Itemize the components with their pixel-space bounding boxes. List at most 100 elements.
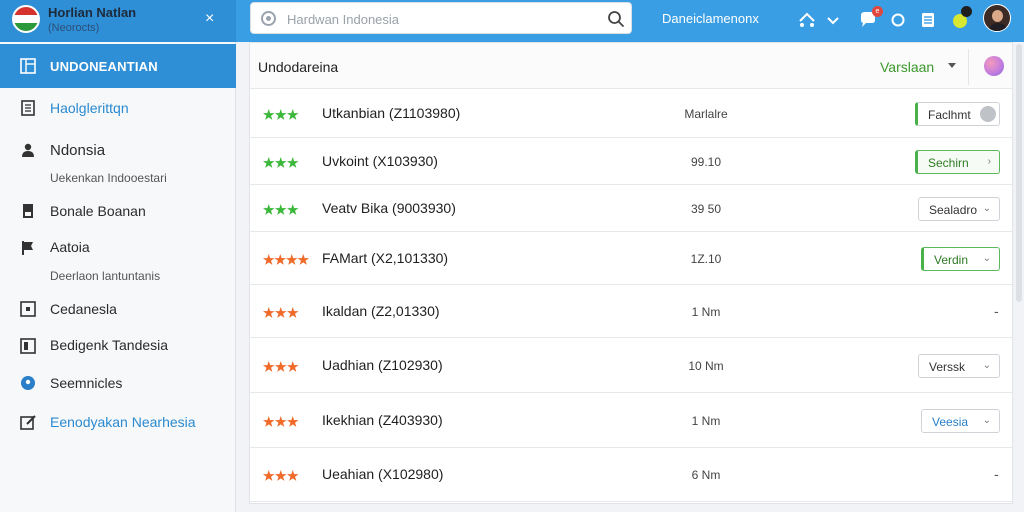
row-name: Utkanbian (Z1103980) <box>322 105 461 121</box>
location-icon <box>21 376 35 390</box>
sidebar-item-label[interactable]: Seemnicles <box>50 375 122 391</box>
rating-stars-icon <box>263 416 299 427</box>
orb-icon[interactable] <box>984 56 1004 76</box>
button-label: Verdin <box>934 253 969 267</box>
main-panel: Undodareina Varslaan Utkanbian (Z1103980… <box>249 42 1013 504</box>
sidebar-item-label[interactable]: Bedigenk Tandesia <box>50 337 168 353</box>
sidebar-item-active[interactable]: UNDONEANTIAN <box>0 44 236 88</box>
star-icon <box>263 254 275 265</box>
star-icon <box>274 254 286 265</box>
row-name: Ikaldan (Z2,01330) <box>322 303 440 319</box>
search-icon[interactable] <box>607 10 625 28</box>
row-value: 1 Nm <box>691 414 721 428</box>
star-icon <box>287 361 299 372</box>
table-row[interactable]: Ikekhian (Z403930) 1 Nm Veesia ⌄ <box>250 393 1012 448</box>
row-value: 39 50 <box>690 202 722 216</box>
notification-badge: e <box>872 6 883 17</box>
row-value: Marlalre <box>684 107 728 121</box>
chevron-right-icon: › <box>987 156 991 167</box>
layout-icon <box>20 58 36 74</box>
circle-icon[interactable] <box>887 9 909 31</box>
scrollbar[interactable] <box>1016 44 1022 302</box>
book-icon <box>23 204 33 218</box>
row-action-button[interactable]: Faclhmt <box>915 102 1000 126</box>
sidebar-item-label[interactable]: Ndonsia <box>50 142 105 159</box>
table-row[interactable]: Uadhian (Z102930) 10 Nm Verssk ⌄ <box>250 338 1012 393</box>
button-label: Veesia <box>932 415 969 429</box>
chevron-down-icon: ⌄ <box>982 253 991 264</box>
table-row[interactable]: Uvkoint (X103930) 99.10 Sechirn › <box>250 138 1012 185</box>
caret-down-icon[interactable] <box>948 63 956 68</box>
box-icon <box>20 301 36 317</box>
document-icon <box>21 100 35 116</box>
star-icon <box>275 307 287 318</box>
table-row[interactable]: Ikaldan (Z2,01330) 1 Nm - <box>250 285 1012 338</box>
chevron-down-icon: ⌄ <box>982 203 991 214</box>
brand-subtitle: (Neorocts) <box>48 22 100 34</box>
header-divider <box>968 49 969 85</box>
row-name: Uadhian (Z102930) <box>322 357 443 373</box>
star-icon <box>297 254 309 265</box>
close-icon[interactable]: × <box>205 10 214 28</box>
star-icon <box>263 157 275 168</box>
row-action-dash[interactable]: - <box>994 303 999 319</box>
rating-stars-icon <box>263 470 299 481</box>
star-icon <box>263 361 275 372</box>
table-row[interactable]: Veatv Bika (9003930) 39 50 Sealadro ⌄ <box>250 185 1012 232</box>
list-icon[interactable] <box>917 9 939 31</box>
row-value: 6 Nm <box>691 468 721 482</box>
sidebar: UNDONEANTIAN Haolglerittqn Ndonsia Ueken… <box>0 42 236 512</box>
rating-stars-icon <box>263 307 299 318</box>
panel-title: Undodareina <box>258 59 339 75</box>
star-icon <box>275 157 287 168</box>
sidebar-item-label[interactable]: Bonale Boanan <box>50 203 146 219</box>
row-action-button[interactable]: Verdin ⌄ <box>921 247 1000 271</box>
row-action-button[interactable]: Sechirn › <box>915 150 1000 174</box>
sidebar-item-label[interactable]: Aatoia <box>50 239 90 255</box>
user-icon <box>22 143 34 157</box>
chevron-down-icon: ⌄ <box>982 360 991 371</box>
row-name: Ueahian (X102980) <box>322 466 444 482</box>
flag-logo-icon <box>12 5 40 33</box>
sidebar-subitem-label[interactable]: Uekenkan Indooestari <box>50 171 167 185</box>
star-icon <box>263 204 275 215</box>
star-icon <box>287 416 299 427</box>
sidebar-active-label: UNDONEANTIAN <box>50 59 158 74</box>
row-value: 1 Nm <box>691 305 721 319</box>
rating-stars-icon <box>263 109 299 120</box>
home-network-icon[interactable] <box>796 9 818 31</box>
chevron-down-icon[interactable] <box>822 9 844 31</box>
sidebar-item-label[interactable]: Cedanesla <box>50 301 117 317</box>
rating-stars-icon <box>263 157 299 168</box>
avatar[interactable] <box>983 4 1011 32</box>
row-action-button[interactable]: Veesia ⌄ <box>921 409 1000 433</box>
star-icon <box>275 109 287 120</box>
table-row[interactable]: Utkanbian (Z1103980) Marlalre Faclhmt <box>250 89 1012 138</box>
toggle-knob-icon[interactable] <box>980 106 996 122</box>
sidebar-item-label[interactable]: Eenodyakan Nearhesia <box>50 414 196 430</box>
star-icon <box>275 416 287 427</box>
table-row[interactable]: Ueahian (X102980) 6 Nm - <box>250 448 1012 502</box>
alert-badge-icon <box>961 6 972 17</box>
star-icon <box>287 204 299 215</box>
target-icon <box>261 11 276 26</box>
search-input[interactable] <box>287 9 587 29</box>
row-action-button[interactable]: Sealadro ⌄ <box>918 197 1000 221</box>
button-label: Verssk <box>929 360 966 374</box>
row-action-button[interactable]: Verssk ⌄ <box>918 354 1000 378</box>
top-nav-link[interactable]: Daneiclamenonx <box>662 11 759 26</box>
version-select[interactable]: Varslaan <box>880 59 934 75</box>
row-action-dash[interactable]: - <box>994 466 999 482</box>
row-name: Uvkoint (X103930) <box>322 153 438 169</box>
star-icon <box>287 109 299 120</box>
star-icon <box>263 307 275 318</box>
brand-title: Horlian Natlan <box>48 5 137 20</box>
sidebar-item-label[interactable]: Haolglerittqn <box>50 100 129 116</box>
star-icon <box>263 109 275 120</box>
search-box <box>250 2 632 34</box>
row-name: Veatv Bika (9003930) <box>322 200 456 216</box>
rating-stars-icon <box>263 361 299 372</box>
button-label: Sechirn <box>928 156 969 170</box>
sidebar-subitem-label[interactable]: Deerlaon lantuntanis <box>50 269 160 283</box>
table-row[interactable]: FAMart (X2,101330) 1Z.10 Verdin ⌄ <box>250 232 1012 285</box>
